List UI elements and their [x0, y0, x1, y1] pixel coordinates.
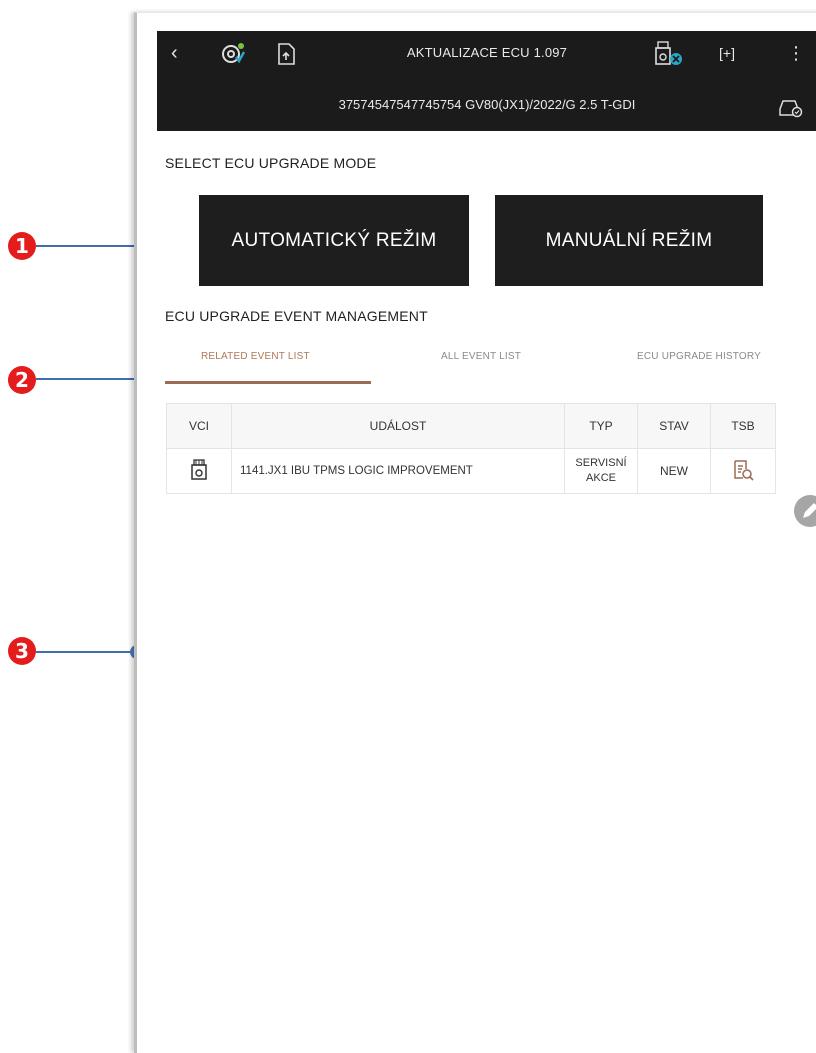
column-header: VCI [166, 403, 232, 449]
event-name: 1141.JX1 IBU TPMS LOGIC IMPROVEMENT [231, 448, 565, 494]
device-screen: ‹ AKTUALIZACE ECU 1.097 [+] ⋮ 3757454754… [134, 12, 816, 1053]
vci-device-icon [191, 458, 207, 480]
column-header: TSB [710, 403, 776, 449]
column-header: UDÁLOST [231, 403, 565, 449]
annotation-badge-3: 3 [8, 637, 36, 665]
tsb-cell[interactable] [710, 448, 776, 494]
tab-all-events[interactable]: ALL EVENT LIST [441, 351, 521, 362]
vehicle-bar: 37574547547745754 GV80(JX1)/2022/G 2.5 T… [157, 79, 816, 131]
event-table: VCI UDÁLOST TYP STAV TSB 1141.JX1 IBU TP… [166, 403, 776, 494]
page-title: AKTUALIZACE ECU 1.097 [406, 45, 568, 60]
vci-cell [166, 448, 232, 494]
event-type: SERVISNÍ AKCE [564, 448, 638, 494]
top-bar: ‹ AKTUALIZACE ECU 1.097 [+] ⋮ 3757454754… [157, 31, 816, 131]
annotation-badge-1: 1 [8, 232, 36, 260]
upgrade-mode-label: SELECT ECU UPGRADE MODE [165, 155, 377, 171]
more-vert-icon[interactable]: ⋮ [787, 31, 805, 75]
table-header-row: VCI UDÁLOST TYP STAV TSB [166, 403, 776, 449]
top-bar-row: ‹ AKTUALIZACE ECU 1.097 [+] ⋮ [157, 31, 816, 75]
document-search-icon[interactable] [732, 459, 754, 481]
expand-icon[interactable]: [+] [719, 31, 735, 75]
vehicle-info: 37574547547745754 GV80(JX1)/2022/G 2.5 T… [338, 97, 636, 112]
event-type-line2: AKCE [586, 472, 616, 484]
annotation-badge-2: 2 [8, 366, 36, 394]
table-row[interactable]: 1141.JX1 IBU TPMS LOGIC IMPROVEMENT SERV… [166, 448, 776, 494]
manual-mode-button[interactable]: MANUÁLNÍ REŽIM [495, 195, 763, 286]
event-management-label: ECU UPGRADE EVENT MANAGEMENT [165, 308, 428, 324]
vehicle-info-icon[interactable] [777, 79, 803, 131]
event-type-line1: SERVISNÍ [575, 457, 627, 469]
tab-upgrade-history[interactable]: ECU UPGRADE HISTORY [637, 351, 761, 362]
column-header: STAV [637, 403, 711, 449]
tab-related-events[interactable]: RELATED EVENT LIST [201, 351, 310, 362]
auto-mode-button[interactable]: AUTOMATICKÝ REŽIM [199, 195, 469, 286]
vci-device-icon[interactable] [652, 31, 686, 75]
pencil-icon [803, 503, 816, 518]
status-badge: NEW [637, 448, 711, 494]
column-header: TYP [564, 403, 638, 449]
floating-action-button[interactable] [794, 495, 816, 527]
annotation-line-3 [36, 651, 136, 653]
active-tab-indicator [165, 381, 371, 384]
